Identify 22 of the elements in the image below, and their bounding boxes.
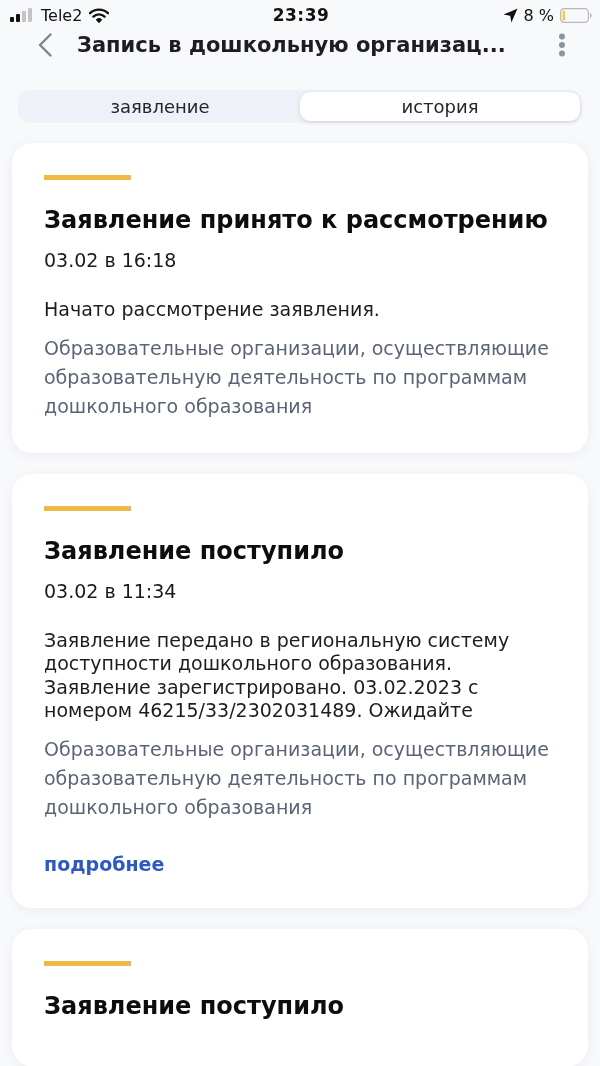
event-title: Заявление поступило xyxy=(44,537,345,565)
signal-icon xyxy=(10,8,34,23)
segment-tab[interactable]: история xyxy=(300,91,580,122)
segment-tab[interactable]: заявление xyxy=(20,91,300,122)
event-message: Заявление передано в региональную систему доступности дошкольного образования. Заявление зарегистрировано. 03.02.2023 с номером 46215/33/2302031489. Ожидайте xyxy=(44,629,511,723)
battery-percent: 8 % xyxy=(523,6,554,25)
event-message: Начато рассмотрение заявления. xyxy=(44,298,380,322)
event-title: Заявление поступило xyxy=(44,992,345,1020)
chevron-left-icon xyxy=(38,33,52,58)
screen-title: Запись в дошкольную организац... xyxy=(77,33,507,58)
location-arrow-icon xyxy=(502,8,518,23)
event-date: 03.02 в 16:18 xyxy=(44,248,177,273)
organization-text: Образовательные организации, осуществляющие образовательную деятельность по программам дошкольного образования xyxy=(44,737,550,820)
carrier-name: Tele2 xyxy=(41,6,83,25)
more-vertical-icon xyxy=(558,33,566,58)
event-date: 03.02 в 11:34 xyxy=(44,579,177,603)
event-title: Заявление принято к рассмотрению xyxy=(44,206,548,235)
status-time: 23:39 xyxy=(272,5,330,26)
organization-text: Образовательные организации, осуществляющие образовательную деятельность по программам дошкольного образования xyxy=(44,336,550,419)
wifi-icon xyxy=(89,8,110,23)
battery-icon xyxy=(560,8,592,23)
details-link[interactable]: подробнее xyxy=(44,852,165,876)
